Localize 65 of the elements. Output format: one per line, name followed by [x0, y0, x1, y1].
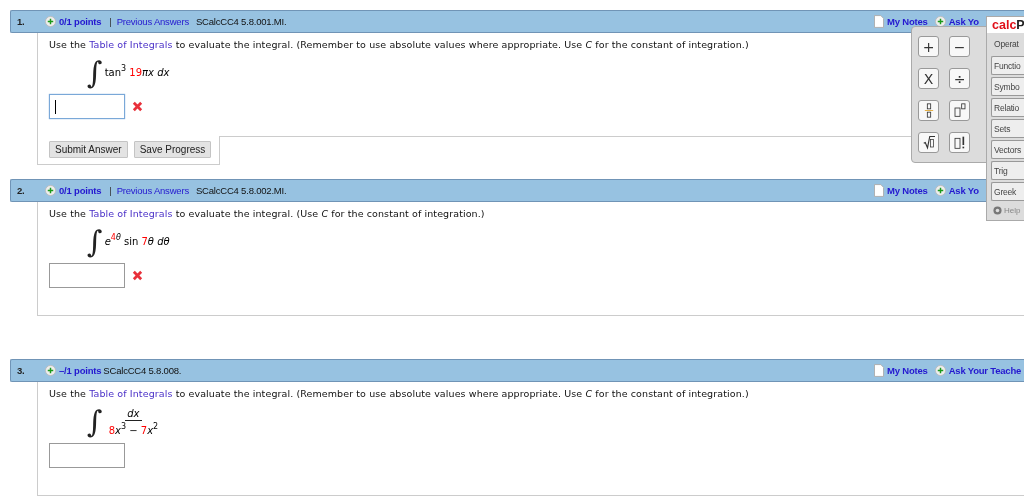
table-of-integrals-link[interactable]: Table of Integrals [89, 208, 173, 219]
integral-sign: ∫ [87, 58, 103, 88]
points-link[interactable]: 0/1 points [59, 16, 102, 27]
separator-text: | [109, 16, 112, 27]
question-code: SCalcCC4 5.8.002.MI. [195, 185, 287, 196]
plus-icon[interactable] [45, 365, 56, 376]
ask-teacher-link[interactable]: Ask Your Teache [948, 365, 1022, 376]
question-number: 2. [16, 185, 26, 196]
operator-key[interactable]: X [918, 68, 939, 89]
category-tab[interactable]: Operat [991, 34, 1024, 53]
my-notes-link[interactable]: My Notes [887, 185, 928, 196]
question-code: SCalcCC4 5.8.008. [103, 365, 182, 376]
plus-icon[interactable] [934, 365, 946, 376]
previous-answers-link[interactable]: Previous Answers [116, 185, 189, 196]
power-key[interactable] [949, 100, 970, 121]
question-code: SCalcCC4 5.8.001.MI. [195, 16, 287, 27]
answer-field[interactable] [49, 263, 125, 288]
integral-sign: ∫ [87, 407, 103, 437]
plus-icon[interactable] [45, 185, 56, 196]
plus-icon[interactable] [934, 185, 946, 196]
fraction-denominator: 8x$^{3}$ − 7x$^{2}$ [107, 421, 160, 436]
table-of-integrals-link[interactable]: Table of Integrals [89, 39, 173, 50]
factorial-key[interactable] [949, 132, 970, 153]
points-link[interactable]: 0/1 points [59, 185, 102, 196]
category-tab[interactable]: Greek [991, 182, 1024, 201]
save-progress-button[interactable]: Save Progress [133, 141, 212, 158]
separator-text: | [109, 185, 112, 196]
points-link[interactable]: –/1 points [59, 365, 102, 376]
fraction-numerator: dx [125, 408, 142, 421]
exponent-icon [953, 103, 966, 118]
question-number: 3. [16, 365, 26, 376]
ask-teacher-link[interactable]: Ask Yo [948, 185, 979, 196]
question-number: 1. [16, 16, 26, 27]
fraction-key[interactable] [918, 100, 939, 121]
square-root-icon [922, 135, 935, 150]
answer-field[interactable] [49, 443, 125, 468]
calc-pad-title: calcP [987, 17, 1024, 33]
category-tab[interactable]: Vectors [991, 140, 1024, 159]
table-of-integrals-link[interactable]: Table of Integrals [89, 388, 173, 399]
factorial-icon [953, 135, 966, 150]
category-tab[interactable]: Functio [991, 56, 1024, 75]
operator-key[interactable]: ÷ [949, 68, 970, 89]
category-tab[interactable]: Symbo [991, 77, 1024, 96]
note-icon[interactable] [874, 364, 884, 377]
operator-key[interactable]: − [949, 36, 970, 57]
category-tab[interactable]: Sets [991, 119, 1024, 138]
ask-teacher-link[interactable]: Ask Yo [948, 16, 979, 27]
help-icon [993, 206, 1002, 215]
operator-key[interactable]: + [918, 36, 939, 57]
note-icon[interactable] [874, 15, 884, 28]
category-tab[interactable]: Relatio [991, 98, 1024, 117]
plus-icon[interactable] [45, 16, 56, 27]
instruction-text: Use the Table of Integrals to evaluate the integral. (Remember to use absolute values where appropriate. Use C for the constant of integration.) [49, 388, 750, 399]
fraction-icon [922, 103, 935, 118]
note-icon[interactable] [874, 184, 884, 197]
integral-sign: ∫ [87, 227, 103, 257]
root-key[interactable] [918, 132, 939, 153]
my-notes-link[interactable]: My Notes [887, 365, 928, 376]
my-notes-link[interactable]: My Notes [887, 16, 928, 27]
integrand: tan$^{3}$ 19πx dx [104, 64, 170, 80]
integrand: e$^{4}$$^{θ}$ sin 7θ dθ [104, 233, 170, 249]
submit-answer-button[interactable]: Submit Answer [49, 141, 128, 158]
answer-field[interactable] [49, 94, 125, 119]
category-tab[interactable]: Trig [991, 161, 1024, 180]
previous-answers-link[interactable]: Previous Answers [116, 16, 189, 27]
